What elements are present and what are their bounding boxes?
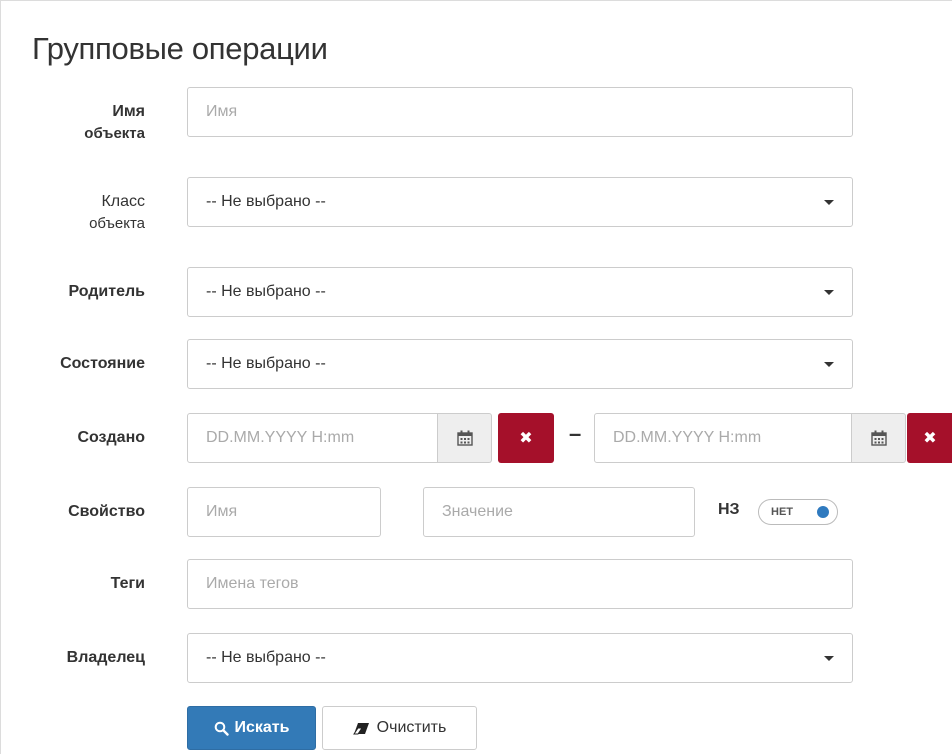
calendar-icon <box>456 430 473 446</box>
created-from-calendar-button[interactable] <box>438 413 492 463</box>
owner-label: Владелец <box>66 649 145 666</box>
property-label: Свойство <box>68 503 145 520</box>
toggle-knob <box>817 506 829 518</box>
tags-label: Теги <box>110 575 145 592</box>
property-name-input[interactable]: Имя <box>187 487 381 537</box>
state-label: Состояние <box>60 355 145 372</box>
eraser-icon <box>352 722 369 734</box>
page-title: Групповые операции <box>32 31 328 66</box>
tags-placeholder: Имена тегов <box>206 575 299 592</box>
search-button-label: Искать <box>234 719 290 736</box>
nz-toggle[interactable]: НЕТ <box>758 499 838 525</box>
date-range-separator: – <box>569 421 582 446</box>
object-name-label-line2: объекта <box>84 125 145 142</box>
created-from-input[interactable]: DD.MM.YYYY H:mm <box>187 413 438 463</box>
state-value: -- Не выбрано -- <box>206 355 326 372</box>
created-to-clear-button[interactable]: ✖ <box>907 413 952 463</box>
state-select[interactable]: -- Не выбрано -- <box>187 339 853 389</box>
search-button[interactable]: Искать <box>187 706 316 750</box>
created-from-placeholder: DD.MM.YYYY H:mm <box>206 429 355 446</box>
parent-value: -- Не выбрано -- <box>206 283 326 300</box>
object-name-placeholder: Имя <box>206 103 238 120</box>
object-class-label-line1: Класс <box>101 193 145 210</box>
chevron-down-icon <box>824 199 834 205</box>
group-operations-panel: Групповые операции Имя объекта Имя Класс… <box>0 0 952 754</box>
owner-select[interactable]: -- Не выбрано -- <box>187 633 853 683</box>
created-to-calendar-button[interactable] <box>852 413 906 463</box>
object-name-label: Имя объекта <box>84 101 145 145</box>
chevron-down-icon <box>824 655 834 661</box>
nz-label: НЗ <box>718 501 740 518</box>
clear-button-label: Очистить <box>376 719 447 736</box>
owner-value: -- Не выбрано -- <box>206 649 326 666</box>
parent-select[interactable]: -- Не выбрано -- <box>187 267 853 317</box>
parent-label: Родитель <box>68 283 145 300</box>
search-icon <box>214 721 229 736</box>
chevron-down-icon <box>824 361 834 367</box>
created-from-clear-button[interactable]: ✖ <box>498 413 554 463</box>
created-label: Создано <box>77 429 145 446</box>
object-class-label-line2: объекта <box>89 215 145 232</box>
object-class-label: Класс объекта <box>89 191 145 235</box>
created-to-placeholder: DD.MM.YYYY H:mm <box>613 429 762 446</box>
object-class-value: -- Не выбрано -- <box>206 193 326 210</box>
chevron-down-icon <box>824 289 834 295</box>
clear-button[interactable]: Очистить <box>322 706 477 750</box>
created-to-input[interactable]: DD.MM.YYYY H:mm <box>594 413 852 463</box>
property-value-placeholder: Значение <box>442 503 513 520</box>
object-name-input[interactable]: Имя <box>187 87 853 137</box>
object-name-label-line1: Имя <box>112 103 145 120</box>
object-class-select[interactable]: -- Не выбрано -- <box>187 177 853 227</box>
property-value-input[interactable]: Значение <box>423 487 695 537</box>
close-icon: ✖ <box>519 430 533 447</box>
close-icon: ✖ <box>923 430 937 447</box>
property-name-placeholder: Имя <box>206 503 238 520</box>
calendar-icon <box>870 430 887 446</box>
tags-input[interactable]: Имена тегов <box>187 559 853 609</box>
nz-toggle-text: НЕТ <box>771 506 793 518</box>
